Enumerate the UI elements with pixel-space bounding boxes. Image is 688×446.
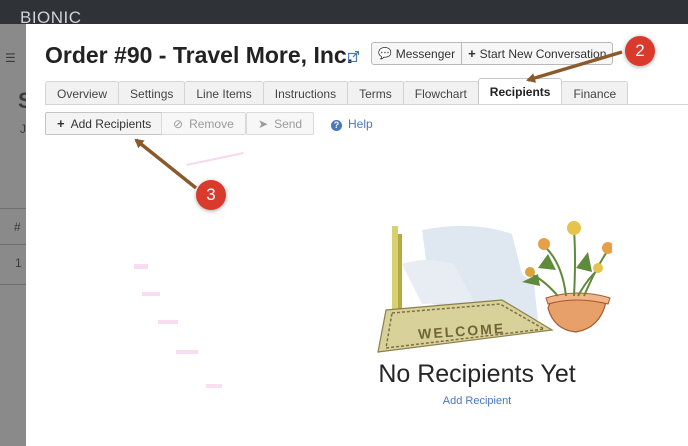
- plus-icon: +: [468, 46, 476, 61]
- add-recipient-link[interactable]: Add Recipient: [386, 395, 568, 407]
- remove-button[interactable]: ⊘ Remove: [161, 112, 246, 135]
- bg-fragment-menu: ☰: [5, 51, 16, 65]
- send-label: Send: [274, 116, 303, 131]
- start-new-conversation-label: Start New Conversation: [479, 46, 607, 61]
- conversation-button-group: 💬 Messenger + Start New Conversation: [371, 42, 614, 65]
- tab-terms[interactable]: Terms: [347, 81, 404, 105]
- tab-settings[interactable]: Settings: [118, 81, 186, 105]
- bg-fragment-hash: #: [14, 220, 21, 234]
- app-topbar: BIONIC: [0, 0, 688, 27]
- help-circle-icon: ?: [331, 120, 342, 131]
- add-recipients-label: Add Recipients: [70, 116, 152, 131]
- welcome-mat-illustration: WELCOME: [377, 221, 612, 353]
- tab-divider: [45, 104, 688, 105]
- tab-recipients[interactable]: Recipients: [477, 78, 563, 105]
- tab-line-items[interactable]: Line Items: [184, 81, 264, 105]
- tab-overview[interactable]: Overview: [45, 81, 120, 105]
- ghost-artifact: [186, 151, 244, 167]
- chat-bubble-icon: 💬: [378, 48, 392, 60]
- tab-flowchart[interactable]: Flowchart: [402, 81, 479, 105]
- order-modal: Order #90 - Travel More, Inc. 💬 Messenge…: [26, 24, 688, 446]
- annotation-badge-2: 2: [625, 36, 655, 66]
- help-link[interactable]: ? Help: [331, 117, 373, 131]
- send-button[interactable]: ➤ Send: [246, 112, 315, 135]
- bg-divider: [0, 208, 26, 209]
- empty-state-title: No Recipients Yet: [378, 360, 576, 388]
- ghost-artifact: [142, 292, 160, 296]
- help-label: Help: [348, 117, 373, 131]
- ghost-artifact: [206, 384, 222, 388]
- ban-icon: ⊘: [173, 116, 184, 131]
- send-icon: ➤: [258, 116, 269, 131]
- tab-bar: Overview Settings Line Items Instruction…: [45, 78, 629, 105]
- remove-label: Remove: [189, 116, 234, 131]
- annotation-badge-3: 3: [196, 180, 226, 210]
- external-link-icon[interactable]: [348, 51, 359, 62]
- plus-icon: +: [57, 116, 65, 131]
- tab-finance[interactable]: Finance: [561, 81, 629, 105]
- tab-instructions[interactable]: Instructions: [262, 81, 349, 105]
- messenger-button[interactable]: 💬 Messenger: [372, 43, 461, 64]
- start-new-conversation-button[interactable]: + Start New Conversation: [461, 43, 612, 64]
- ghost-artifact: [134, 264, 148, 269]
- messenger-label: Messenger: [395, 46, 456, 61]
- bg-divider: [0, 244, 26, 245]
- modal-title: Order #90 - Travel More, Inc.: [45, 42, 354, 68]
- add-recipients-button[interactable]: + Add Recipients: [45, 112, 164, 135]
- bg-fragment-one: 1: [15, 256, 22, 270]
- bg-divider: [0, 284, 26, 285]
- ghost-artifact: [176, 350, 198, 354]
- ghost-artifact: [158, 320, 178, 324]
